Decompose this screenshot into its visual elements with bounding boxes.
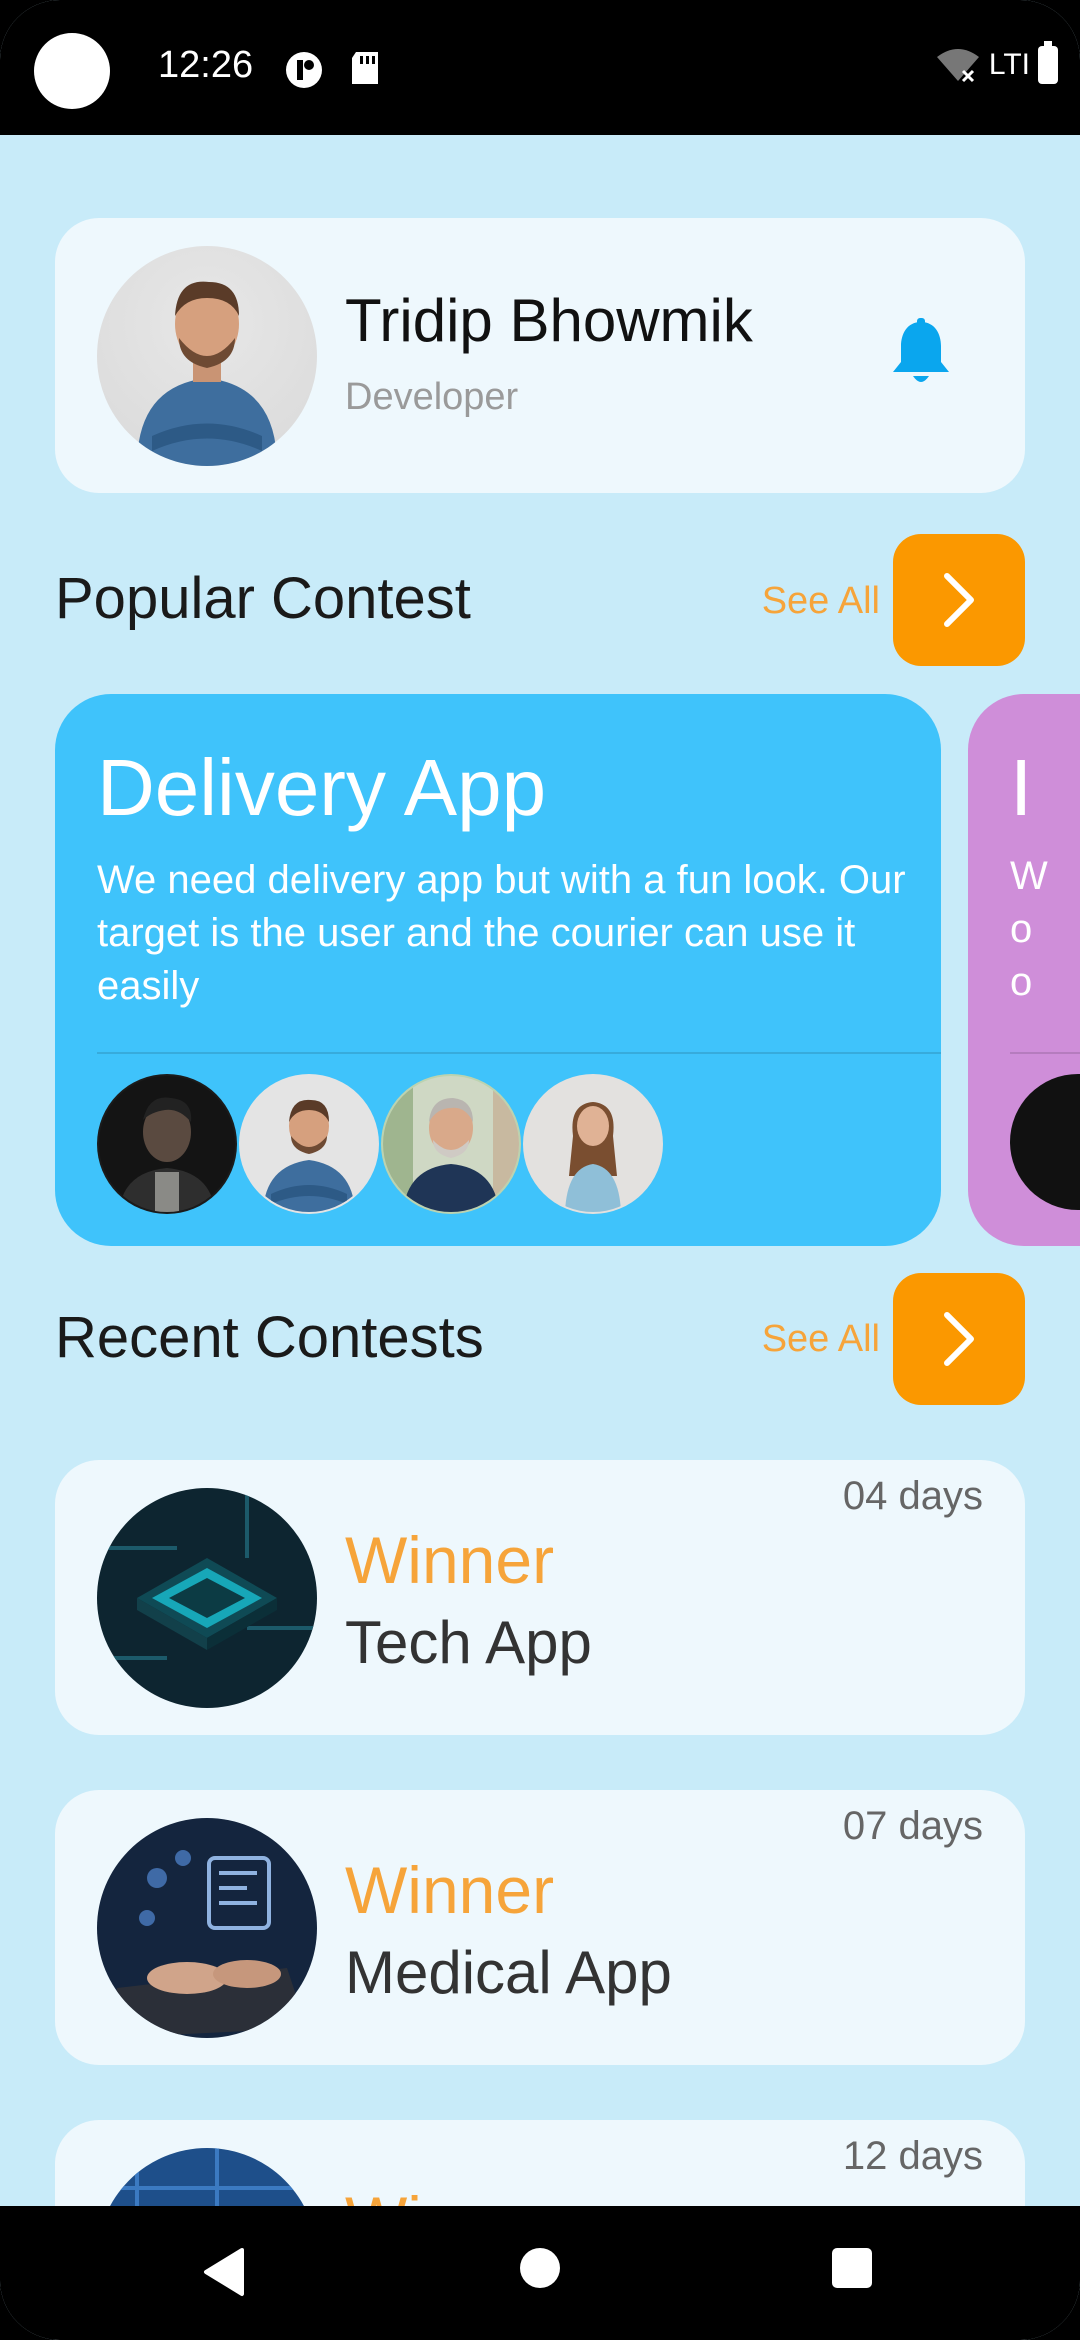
contest-card-peek[interactable]: I W o o [968, 694, 1080, 1246]
status-bar: 12:26 LTI [0, 0, 1080, 135]
camera-cutout [34, 33, 110, 109]
contest-card-delivery[interactable]: Delivery App We need delivery app but wi… [55, 694, 941, 1246]
older-man-smiling [383, 1076, 519, 1212]
recent-contest-status: Winner [345, 1523, 555, 1597]
woman-standing [525, 1076, 661, 1212]
recent-contest-thumb [97, 1488, 317, 1708]
contest-description: We need delivery app but with a fun look… [97, 858, 906, 1008]
popular-see-all-button[interactable] [893, 534, 1025, 666]
profile-card[interactable]: Tridip Bhowmik Developer [55, 218, 1025, 493]
circle-status-icon [286, 52, 322, 88]
popular-see-all-link[interactable]: See All [762, 580, 880, 623]
battery-icon [1038, 41, 1058, 84]
man-dark-portrait [99, 1076, 235, 1212]
recent-contest-item[interactable]: 04 days Winner Tech App [55, 1460, 1025, 1735]
recent-see-all-link[interactable]: See All [762, 1318, 880, 1361]
chevron-right-icon [944, 1312, 974, 1366]
contest-title: Delivery App [97, 743, 547, 832]
system-nav-bar [0, 2206, 1080, 2340]
recent-contest-status: Winner [345, 1853, 555, 1927]
recent-contest-name: Medical App [345, 1939, 672, 2006]
recent-contest-item[interactable]: 07 days Winner Medical App [55, 1790, 1025, 2065]
recent-contest-thumb [97, 1818, 317, 2038]
participant-avatars [97, 1074, 665, 1214]
recent-contest-days: 07 days [842, 1804, 983, 1848]
contest-divider [1010, 1052, 1080, 1054]
chevron-right-icon [944, 573, 974, 627]
contest-peek-text: o [1010, 960, 1033, 1004]
circuit-chip-image [97, 1488, 317, 1708]
man-crossed-arms [241, 1076, 377, 1212]
laptop-hands-image [97, 1818, 317, 2038]
recent-contest-days: 12 days [842, 2134, 983, 2178]
participant-avatar[interactable] [239, 1074, 379, 1214]
recent-contests-title: Recent Contests [55, 1305, 484, 1370]
back-icon[interactable] [202, 2246, 246, 2298]
status-right-group: LTI [935, 41, 1058, 84]
contest-divider [97, 1052, 941, 1054]
profile-avatar[interactable] [97, 246, 317, 466]
popular-contest-title: Popular Contest [55, 566, 471, 631]
recent-contest-days: 04 days [842, 1474, 983, 1518]
network-label: LTI [988, 48, 1030, 81]
home-icon[interactable] [518, 2246, 562, 2290]
status-time: 12:26 [158, 44, 254, 86]
participant-avatar[interactable] [97, 1074, 237, 1214]
recent-see-all-button[interactable] [893, 1273, 1025, 1405]
profile-name: Tridip Bhowmik [345, 287, 753, 354]
participant-avatar[interactable] [523, 1074, 663, 1214]
bell-icon[interactable] [889, 318, 953, 390]
contest-peek-text: W [1010, 854, 1048, 898]
app-screen: 12:26 LTI Tridip Bhowmik Developer Popul… [0, 0, 1080, 2340]
profile-role: Developer [345, 376, 519, 418]
sd-card-icon [352, 52, 378, 84]
contest-peek-title: I [1010, 743, 1033, 832]
wifi-off-icon [936, 49, 979, 83]
participant-avatar[interactable] [1010, 1074, 1080, 1210]
recent-contest-name: Tech App [345, 1609, 592, 1676]
participant-avatar[interactable] [381, 1074, 521, 1214]
contest-peek-text: o [1010, 907, 1033, 951]
recents-icon[interactable] [830, 2246, 874, 2290]
man-crossed-arms-avatar [137, 281, 277, 466]
